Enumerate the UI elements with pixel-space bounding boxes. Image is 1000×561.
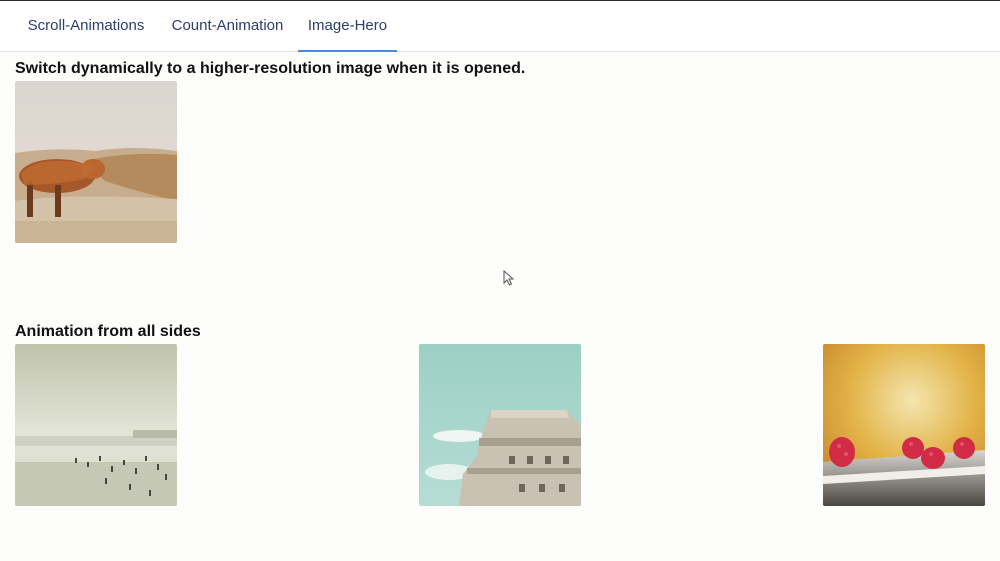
beach-image[interactable] xyxy=(15,344,177,506)
hero-section-title: Switch dynamically to a higher-resolutio… xyxy=(15,60,526,77)
highland-cow-image[interactable] xyxy=(15,81,177,243)
sides-section-title: Animation from all sides xyxy=(15,323,201,340)
tab-scroll-animations[interactable]: Scroll-Animations xyxy=(16,1,156,51)
mouse-pointer-icon xyxy=(503,269,515,291)
tab-bar: Scroll-Animations Count-Animation Image-… xyxy=(0,1,1000,52)
tab-count-animation[interactable]: Count-Animation xyxy=(160,1,295,51)
bunker-image[interactable] xyxy=(419,344,581,506)
raspberries-image[interactable] xyxy=(823,344,985,506)
tab-image-hero[interactable]: Image-Hero xyxy=(298,1,397,52)
